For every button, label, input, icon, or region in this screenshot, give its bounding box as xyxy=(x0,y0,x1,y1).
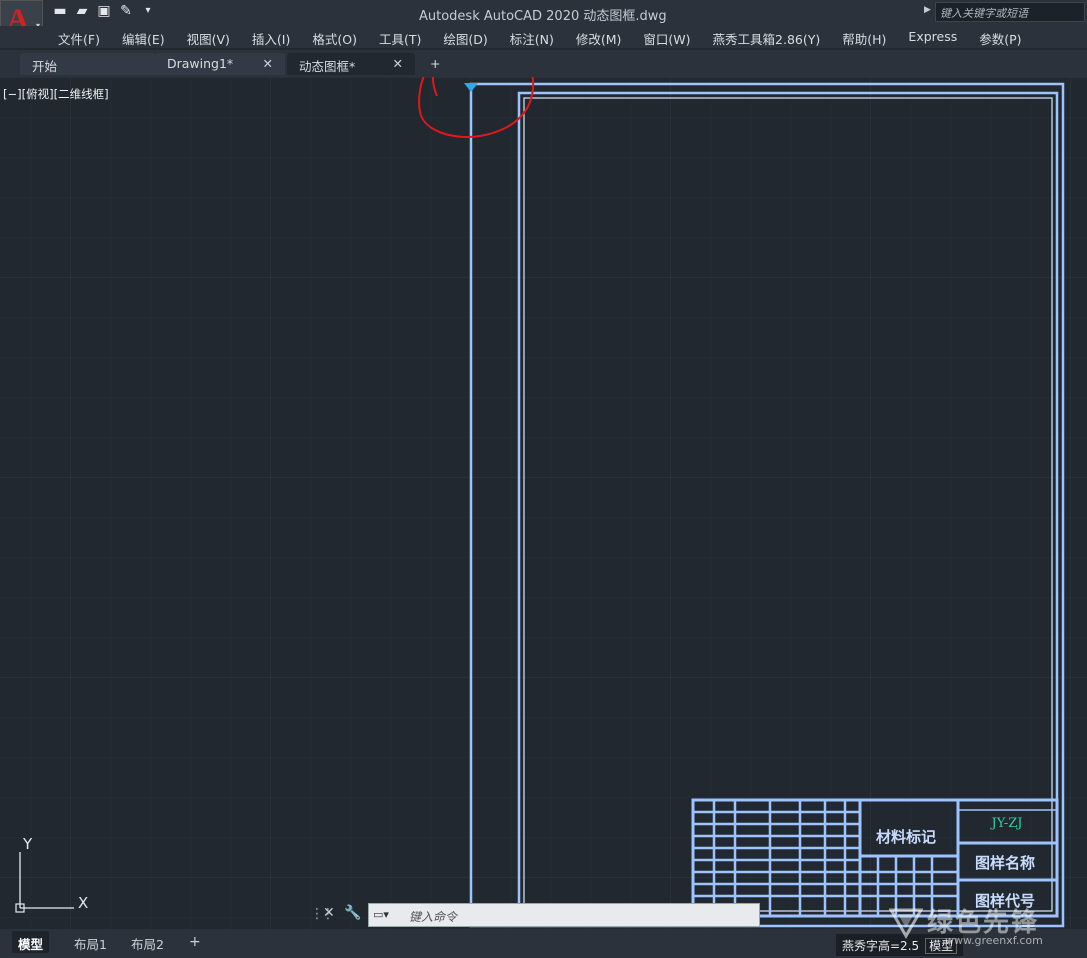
tab-dynamic-frame[interactable]: 动态图框* ✕ xyxy=(287,53,415,75)
close-icon[interactable]: ✕ xyxy=(323,905,335,921)
new-file-icon[interactable]: ▬ xyxy=(52,3,68,19)
tab-drawing1[interactable]: Drawing1* ✕ xyxy=(155,53,285,75)
menu-view[interactable]: 视图(V) xyxy=(187,29,230,48)
quick-access-toolbar: ▬ ▰ ▣ ✎ ▾ xyxy=(52,3,156,19)
tab-layout2[interactable]: 布局2 xyxy=(125,931,170,953)
menu-help[interactable]: 帮助(H) xyxy=(842,29,886,48)
tab-start[interactable]: 开始 xyxy=(20,53,155,75)
new-tab-button[interactable]: + xyxy=(418,53,448,75)
tab-layout1[interactable]: 布局1 xyxy=(68,931,113,953)
material-label: 材料标记 xyxy=(876,828,936,846)
menu-express[interactable]: Express xyxy=(908,29,957,48)
customize-chevron-icon[interactable]: ▾ xyxy=(140,3,156,19)
tab-label: Drawing1* xyxy=(167,56,234,71)
save-as-icon[interactable]: ✎ xyxy=(118,3,134,19)
command-line: ⋮⋮ ✕ 🔧 ▭▾ 键入命令 xyxy=(310,902,760,928)
menu-parameters[interactable]: 参数(P) xyxy=(979,29,1021,48)
watermark-logo-icon xyxy=(889,908,923,940)
watermark-url: www.greenxf.com xyxy=(945,934,1043,947)
add-layout-button[interactable]: + xyxy=(183,931,207,953)
tab-model[interactable]: 模型 xyxy=(12,931,50,953)
menu-draw[interactable]: 绘图(D) xyxy=(443,29,487,48)
menu-dimension[interactable]: 标注(N) xyxy=(510,29,554,48)
search-input[interactable]: 键入关键字或短语 xyxy=(935,2,1085,22)
viewport-controls[interactable]: [−][俯视][二维线框] xyxy=(3,86,109,102)
open-folder-icon[interactable]: ▰ xyxy=(74,3,90,19)
file-tab-bar: 开始 Drawing1* ✕ 动态图框* ✕ + xyxy=(0,50,1087,77)
tab-label: 动态图框* xyxy=(299,59,356,74)
menu-bar: 文件(F) 编辑(E) 视图(V) 插入(I) 格式(O) 工具(T) 绘图(D… xyxy=(0,26,1087,48)
menu-tools[interactable]: 工具(T) xyxy=(379,29,421,48)
drawing-canvas[interactable]: 材料标记 JY-ZJ 图样名称 图样代号 Y X xyxy=(0,77,1087,929)
plus-icon: + xyxy=(430,56,441,71)
title-bar: A ▾ ▬ ▰ ▣ ✎ ▾ Autodesk AutoCAD 2020 动态图框… xyxy=(0,0,1087,44)
command-input-box[interactable]: ▭▾ 键入命令 xyxy=(368,903,760,927)
wrench-icon[interactable]: 🔧 xyxy=(344,905,361,921)
save-icon[interactable]: ▣ xyxy=(96,3,112,19)
expand-arrow-icon[interactable]: ▶ xyxy=(924,5,931,15)
window-title: Autodesk AutoCAD 2020 动态图框.dwg xyxy=(419,9,667,24)
ucs-y-label: Y xyxy=(22,835,33,853)
watermark: 绿色先锋 www.greenxf.com xyxy=(885,898,1085,958)
menu-window[interactable]: 窗口(W) xyxy=(643,29,690,48)
menu-insert[interactable]: 插入(I) xyxy=(252,29,290,48)
menu-yanxiu-toolbox[interactable]: 燕秀工具箱2.86(Y) xyxy=(713,29,821,48)
drawing-code: JY-ZJ xyxy=(989,816,1022,831)
command-history-icon[interactable]: ▭▾ xyxy=(373,908,395,923)
menu-file[interactable]: 文件(F) xyxy=(58,29,100,48)
command-input[interactable]: 键入命令 xyxy=(409,908,457,925)
menu-edit[interactable]: 编辑(E) xyxy=(122,29,165,48)
tab-label: 开始 xyxy=(32,59,58,74)
close-icon[interactable]: ✕ xyxy=(393,56,403,71)
menu-modify[interactable]: 修改(M) xyxy=(576,29,622,48)
drawing-name: 图样名称 xyxy=(975,854,1035,872)
menu-format[interactable]: 格式(O) xyxy=(312,29,357,48)
close-icon[interactable]: ✕ xyxy=(263,56,273,71)
ucs-x-label: X xyxy=(78,894,88,912)
